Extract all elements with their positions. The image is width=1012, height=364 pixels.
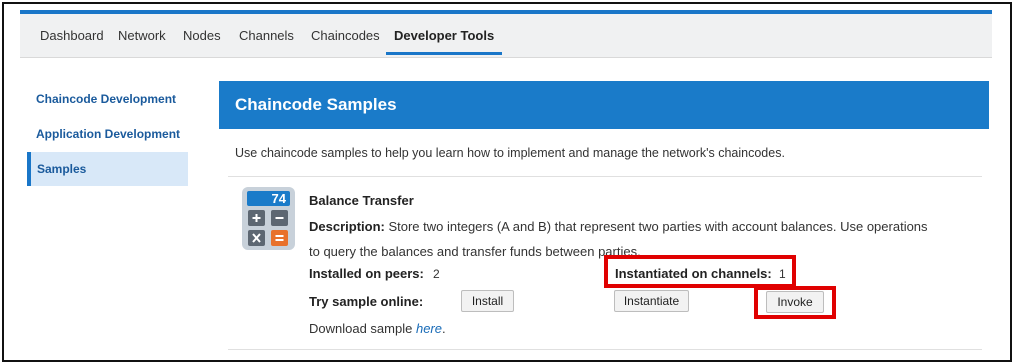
download-sample-text: Download sample here.: [309, 321, 446, 336]
top-nav-tabs: Dashboard Network Nodes Channels Chainco…: [20, 14, 992, 58]
calculator-icon: 74: [242, 187, 295, 250]
divider-bottom: [228, 349, 982, 350]
tab-developer-tools-label: Developer Tools: [394, 28, 495, 43]
instantiate-button[interactable]: Instantiate: [614, 290, 689, 312]
sidebar-item-chaincode-development[interactable]: Chaincode Development: [27, 82, 188, 116]
tab-nodes[interactable]: Nodes: [183, 14, 221, 57]
installed-on-peers-label: Installed on peers:: [309, 266, 424, 281]
description-label: Description:: [309, 219, 385, 234]
description-text: Store two integers (A and B) that repres…: [309, 219, 928, 259]
highlight-box-instantiated: [604, 255, 796, 288]
tab-network[interactable]: Network: [118, 14, 166, 57]
try-sample-online-label: Try sample online:: [309, 294, 424, 309]
tab-dashboard[interactable]: Dashboard: [40, 14, 104, 57]
calculator-display-number: 74: [272, 191, 287, 206]
tab-developer-tools[interactable]: Developer Tools: [386, 14, 503, 57]
sidebar-item-application-development[interactable]: Application Development: [27, 117, 188, 151]
intro-text: Use chaincode samples to help you learn …: [235, 146, 785, 160]
sidebar-item-samples[interactable]: Samples: [27, 152, 188, 186]
installed-on-peers-value: 2: [433, 267, 440, 281]
page-title: Chaincode Samples: [219, 81, 989, 129]
tab-channels[interactable]: Channels: [239, 14, 294, 57]
sample-name: Balance Transfer: [309, 193, 414, 208]
active-tab-indicator: [386, 52, 503, 55]
download-prefix: Download sample: [309, 321, 413, 336]
install-button[interactable]: Install: [461, 290, 514, 312]
download-suffix: .: [442, 321, 446, 336]
download-here-link[interactable]: here: [416, 321, 442, 336]
divider-top: [228, 176, 982, 177]
highlight-box-invoke: [754, 286, 836, 319]
tab-chaincodes[interactable]: Chaincodes: [311, 14, 380, 57]
app-window: Dashboard Network Nodes Channels Chainco…: [2, 2, 1012, 362]
